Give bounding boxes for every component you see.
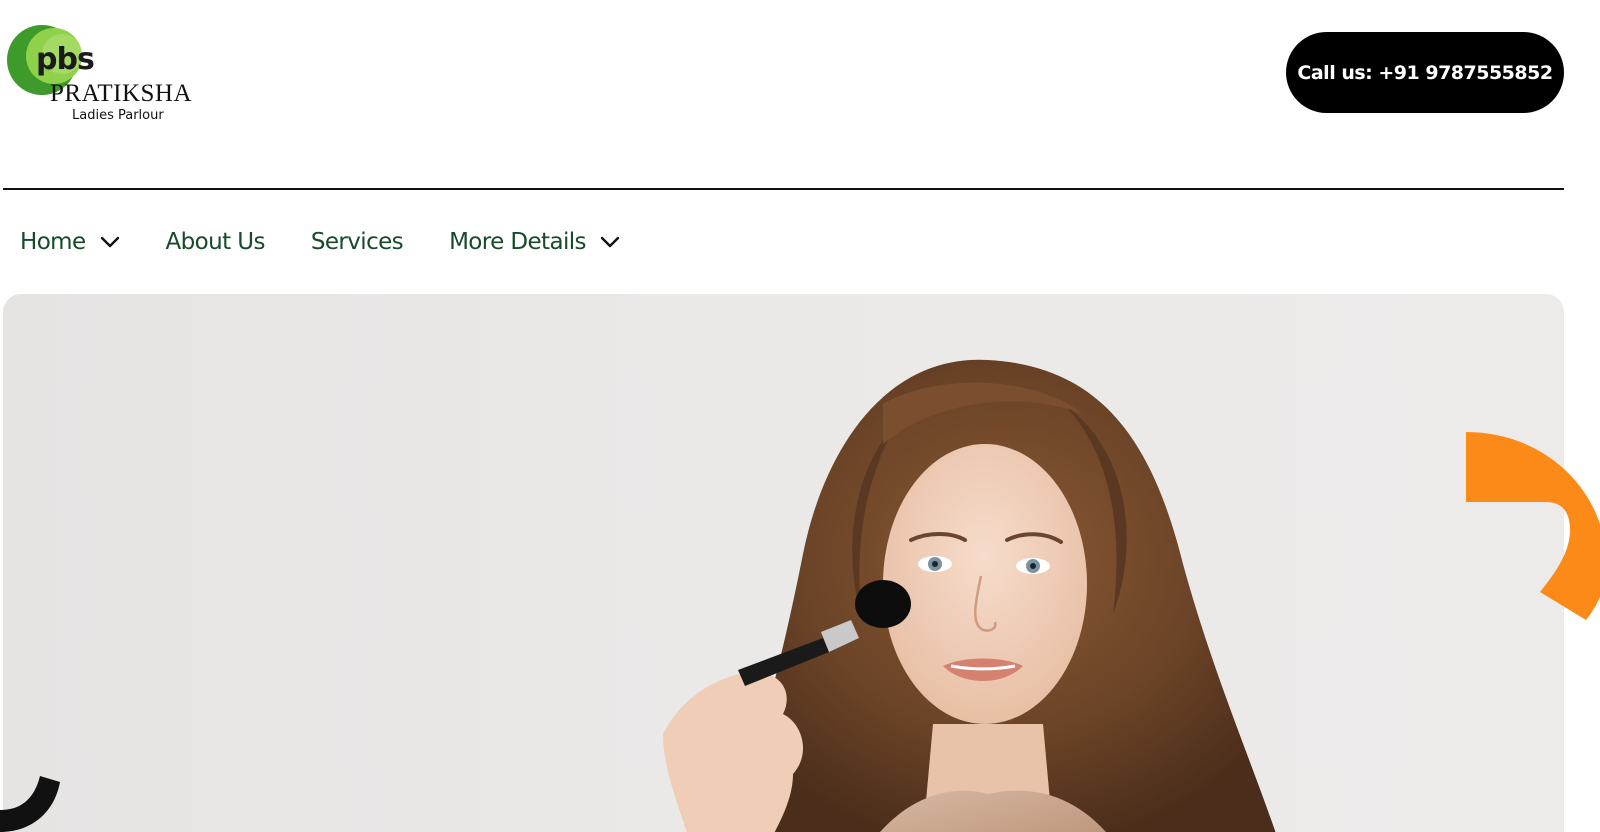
page: pbs PRATIKSHA Ladies Parlour Call us: +9… xyxy=(0,0,1600,832)
brand-logo[interactable]: pbs PRATIKSHA Ladies Parlour xyxy=(6,24,196,134)
nav-item-label: Home xyxy=(20,229,86,255)
header-divider xyxy=(3,188,1564,190)
main-nav: Home About Us Services More Details xyxy=(20,222,666,262)
call-us-button[interactable]: Call us: +91 9787555852 xyxy=(1286,32,1564,113)
logo-initials: pbs xyxy=(36,42,95,77)
nav-item-label: More Details xyxy=(449,229,586,255)
chevron-down-icon xyxy=(600,236,620,248)
hero-banner xyxy=(3,294,1564,832)
nav-item-more-details[interactable]: More Details xyxy=(449,229,620,255)
nav-item-label: Services xyxy=(310,229,404,255)
logo-name: PRATIKSHA xyxy=(50,80,193,107)
black-accent-shape xyxy=(0,776,60,832)
hero-image xyxy=(663,359,1276,832)
chevron-down-icon xyxy=(100,236,119,248)
nav-item-home[interactable]: Home xyxy=(20,229,120,255)
nav-item-label: About Us xyxy=(165,229,266,255)
nav-item-services[interactable]: Services xyxy=(310,229,404,255)
nav-item-about-us[interactable]: About Us xyxy=(165,229,266,255)
logo-tagline: Ladies Parlour xyxy=(72,108,164,123)
orange-accent-shape xyxy=(1466,432,1600,620)
